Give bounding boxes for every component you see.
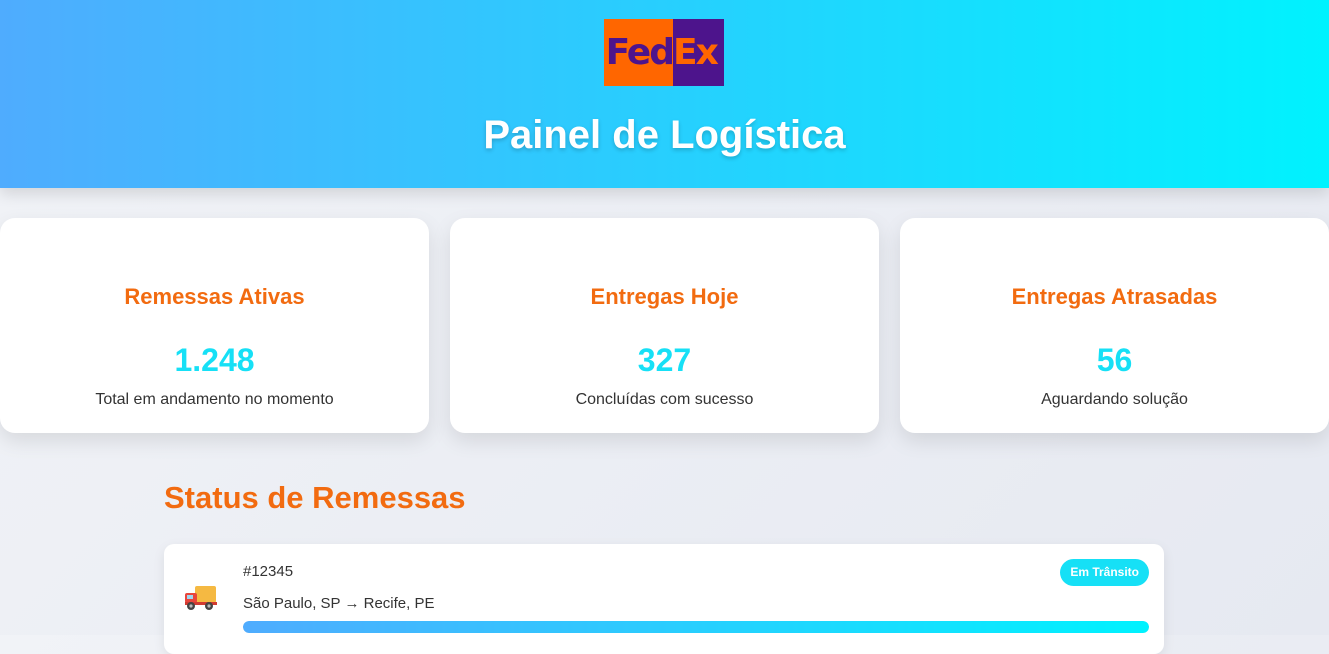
summary-cards: Remessas Ativas 1.248 Total em andamento…	[0, 218, 1329, 433]
section-title: Status de Remessas	[164, 480, 466, 515]
card-deliveries-today: Entregas Hoje 327 Concluídas com sucesso	[450, 218, 879, 433]
card-active-shipments: Remessas Ativas 1.248 Total em andamento…	[0, 218, 429, 433]
card-value: 56	[1096, 342, 1133, 378]
card-late-deliveries: Entregas Atrasadas 56 Aguardando solução	[900, 218, 1329, 433]
card-title: Remessas Ativas	[124, 284, 305, 309]
card-description: Concluídas com sucesso	[575, 391, 754, 408]
logo-text-fed: Fed	[605, 31, 675, 73]
shipment-item[interactable]: #12345 São Paulo, SP → Recife, PE Em Trâ…	[164, 544, 1164, 654]
card-title: Entregas Hoje	[590, 284, 739, 309]
card-title: Entregas Atrasadas	[1011, 284, 1218, 309]
header: Fed Ex Painel de Logística	[0, 0, 1329, 188]
logo-text-ex: Ex	[673, 31, 719, 73]
truck-icon	[185, 586, 217, 610]
card-value: 327	[637, 342, 692, 378]
card-value: 1.248	[174, 342, 255, 378]
shipment-route: São Paulo, SP → Recife, PE	[243, 595, 435, 612]
shipment-id: #12345	[243, 563, 294, 580]
fedex-logo: Fed Ex	[604, 19, 724, 86]
progress-bar	[243, 621, 1149, 633]
page-title: Painel de Logística	[483, 113, 846, 157]
progress-fill	[243, 621, 1149, 633]
card-description: Aguardando solução	[1041, 391, 1188, 408]
status-badge: Em Trânsito	[1060, 559, 1149, 586]
card-description: Total em andamento no momento	[95, 391, 334, 408]
